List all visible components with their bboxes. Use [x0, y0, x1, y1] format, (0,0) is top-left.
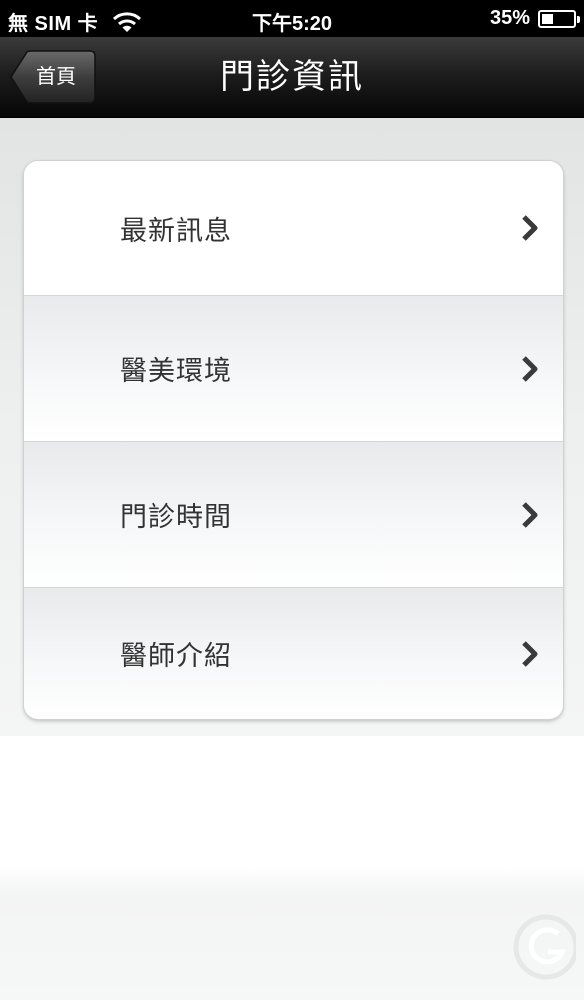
- battery-percentage: 35%: [489, 7, 530, 29]
- menu-list: 最新訊息 醫美環境 門診時間 醫師介紹: [24, 161, 563, 719]
- empty-bottom-area: [0, 736, 584, 1000]
- chevron-right-icon: [522, 501, 538, 528]
- menu-item-label: 門診時間: [120, 502, 232, 533]
- menu-item-label: 最新訊息: [120, 215, 232, 247]
- watermark-logo-icon: [513, 914, 576, 980]
- content-area: 最新訊息 醫美環境 門診時間 醫師介紹: [0, 118, 584, 736]
- battery-icon: [538, 9, 580, 28]
- chevron-right-icon: [522, 215, 538, 241]
- menu-item-clinic-environment[interactable]: 醫美環境: [24, 296, 563, 442]
- menu-item-label: 醫美環境: [120, 356, 232, 387]
- status-bar: 無 SIM 卡 下午5:20 35%: [0, 0, 584, 37]
- chevron-right-icon: [522, 640, 538, 667]
- menu-item-label: 醫師介紹: [120, 641, 232, 672]
- navigation-bar: 首頁 門診資訊: [0, 37, 584, 118]
- status-right: 35%: [489, 7, 580, 30]
- chevron-right-icon: [522, 355, 538, 382]
- menu-item-doctor-profiles[interactable]: 醫師介紹: [24, 588, 563, 719]
- battery-level: [542, 13, 553, 24]
- menu-item-clinic-hours[interactable]: 門診時間: [24, 442, 563, 588]
- menu-item-latest-news[interactable]: 最新訊息: [24, 161, 563, 296]
- page-title: 門診資訊: [220, 57, 364, 97]
